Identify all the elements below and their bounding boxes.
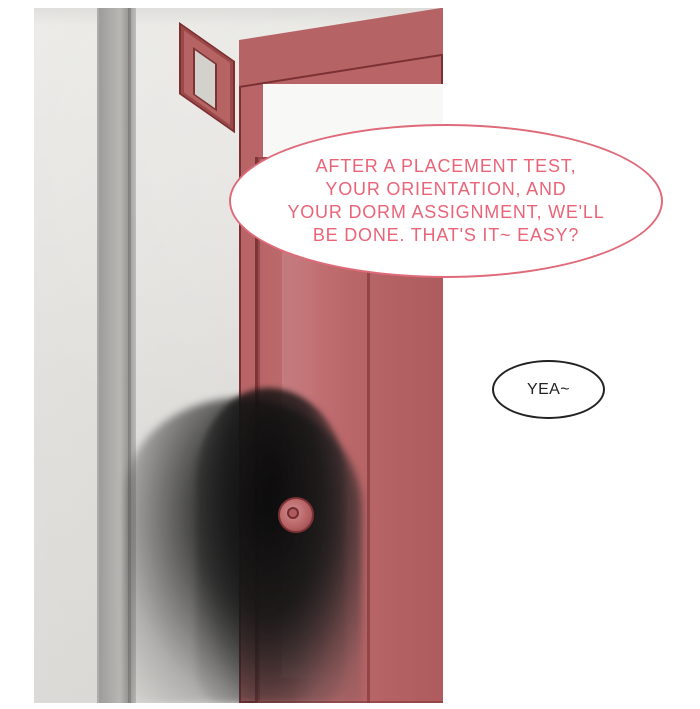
door-handle-icon: [278, 497, 314, 533]
reply-speech-text: YEA~: [527, 380, 570, 398]
main-speech-bubble: AFTER A PLACEMENT TEST, YOUR ORIENTATION…: [229, 124, 663, 278]
comic-panel: [34, 8, 443, 703]
reply-speech-bubble: YEA~: [492, 360, 605, 419]
main-speech-text: AFTER A PLACEMENT TEST, YOUR ORIENTATION…: [287, 155, 605, 246]
person-shadow-core: [196, 388, 346, 703]
